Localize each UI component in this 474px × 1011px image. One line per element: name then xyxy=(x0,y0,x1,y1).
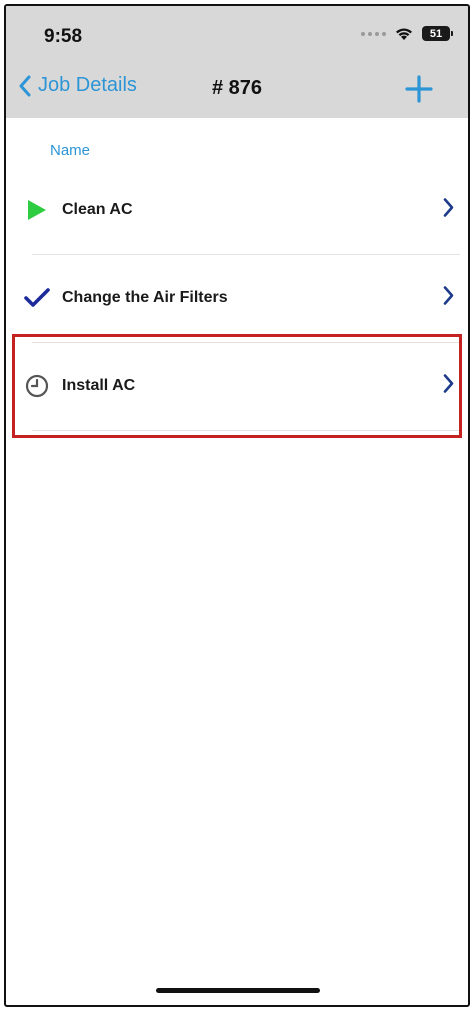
signal-icon xyxy=(361,31,386,36)
add-button[interactable] xyxy=(404,74,434,104)
status-indicators: 51 xyxy=(361,26,453,41)
chevron-right-icon xyxy=(442,198,454,223)
list-item[interactable]: Change the Air Filters xyxy=(6,254,468,342)
play-icon xyxy=(24,197,50,223)
list-item-label: Clean AC xyxy=(62,201,133,218)
page-title: # 876 xyxy=(211,77,263,99)
battery-icon: 51 xyxy=(422,26,453,41)
list-item-label: Change the Air Filters xyxy=(62,289,228,306)
top-bar: 9:58 51 Job Details # 876 xyxy=(6,6,468,118)
wifi-icon xyxy=(394,26,414,41)
checkmark-icon xyxy=(24,285,50,311)
phone-screen: 9:58 51 Job Details # 876 Name Clean AC … xyxy=(4,4,470,1007)
section-header: Name xyxy=(50,142,91,159)
highlight-box xyxy=(12,334,462,438)
chevron-right-icon xyxy=(442,286,454,311)
plus-icon xyxy=(405,75,433,103)
list-item[interactable]: Clean AC xyxy=(6,166,468,254)
home-indicator[interactable] xyxy=(156,988,320,993)
status-time: 9:58 xyxy=(44,26,83,47)
